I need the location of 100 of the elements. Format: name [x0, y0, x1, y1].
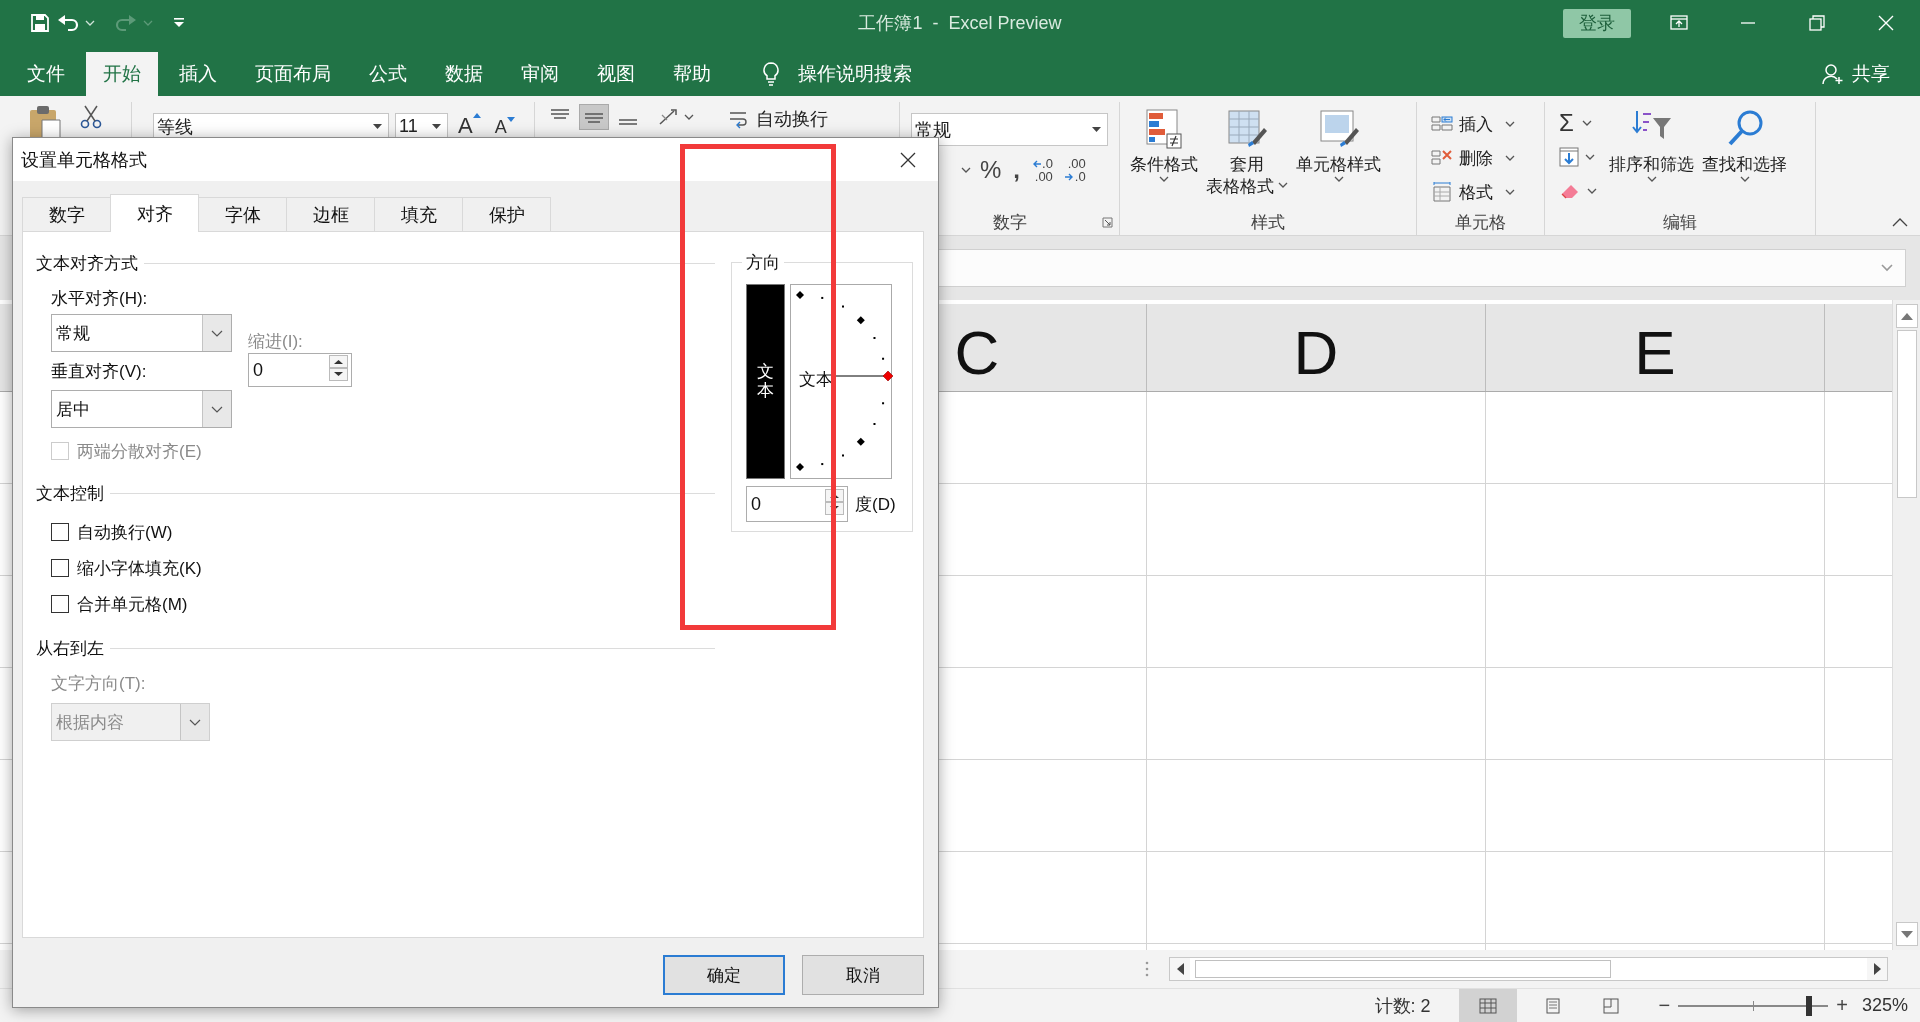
close-icon[interactable]	[899, 150, 917, 169]
caret-icon[interactable]	[1585, 154, 1595, 160]
scissors-icon[interactable]	[80, 104, 102, 130]
cell-styles-button[interactable]: 单元格样式	[1292, 102, 1385, 186]
scroll-thumb[interactable]	[1896, 330, 1917, 498]
scroll-left-icon[interactable]	[1176, 963, 1184, 975]
scroll-thumb[interactable]	[1195, 960, 1611, 978]
ribbon-tab[interactable]: 开始	[86, 52, 158, 96]
number-field[interactable]: 0	[248, 353, 352, 387]
fill-down-icon[interactable]	[1559, 147, 1579, 167]
ribbon-tab[interactable]: 帮助	[656, 52, 728, 96]
checkbox-label: 两端分散对齐(E)	[77, 440, 202, 463]
tell-me-search[interactable]: 操作说明搜索	[762, 52, 912, 96]
slider-thumb[interactable]	[1805, 995, 1812, 1016]
caret-icon	[432, 124, 441, 129]
zoom-out-button[interactable]: −	[1654, 994, 1675, 1017]
ribbon-display-icon[interactable]	[1668, 13, 1689, 33]
wrap-text-button[interactable]: 自动换行	[728, 104, 828, 134]
caret-icon	[1333, 176, 1344, 182]
expand-chevron-icon[interactable]	[1881, 264, 1893, 272]
share-button[interactable]: 共享	[1822, 52, 1890, 96]
collapse-ribbon-icon[interactable]	[1892, 218, 1908, 227]
chevron-down-icon	[189, 718, 201, 726]
vertical-text: 文本	[757, 362, 774, 401]
ribbon-tab[interactable]: 视图	[580, 52, 652, 96]
caret-icon	[1646, 176, 1657, 182]
caret-icon[interactable]	[684, 114, 694, 120]
ribbon-tab[interactable]: 页面布局	[238, 52, 348, 96]
person-icon	[1822, 63, 1844, 85]
column-header[interactable]: D	[1147, 304, 1486, 391]
dialog-tab[interactable]: 对齐	[110, 194, 199, 232]
split-handle-icon[interactable]	[1144, 961, 1150, 977]
orientation-dial[interactable]: 文本	[790, 284, 892, 479]
group-label: 样式	[1251, 211, 1285, 234]
ribbon-tab[interactable]: 数据	[428, 52, 500, 96]
format-as-table-icon	[1226, 108, 1268, 150]
shrink-font-button[interactable]: A	[490, 113, 519, 140]
vertical-text-option[interactable]: 文本	[746, 284, 785, 479]
ribbon-tab[interactable]: 公式	[352, 52, 424, 96]
ribbon-tab[interactable]: 审阅	[504, 52, 576, 96]
number-field[interactable]: 0	[746, 486, 848, 522]
vertical-scrollbar[interactable]	[1892, 300, 1920, 950]
checkbox-label: 合并单元格(M)	[77, 593, 188, 616]
format-as-table-button[interactable]: 套用 表格格式	[1202, 102, 1292, 198]
comma-style-button[interactable]: ,	[1010, 156, 1023, 184]
normal-view-icon	[1478, 997, 1497, 1014]
scroll-up-icon[interactable]	[1900, 312, 1913, 320]
window-title: 工作簿1 - Excel Preview	[858, 12, 1062, 35]
percent-button[interactable]: %	[977, 156, 1005, 184]
save-icon[interactable]	[29, 12, 51, 34]
dialog-launcher-icon[interactable]	[1102, 217, 1113, 228]
checkbox-label: 自动换行(W)	[77, 521, 173, 544]
caret-icon	[1739, 176, 1750, 182]
number-format-dropdown[interactable]: 常规	[911, 113, 1108, 146]
chevron-down-icon	[211, 405, 223, 413]
increase-decimal-button[interactable]: .0 .00	[1029, 157, 1056, 183]
scroll-down-icon[interactable]	[1900, 930, 1913, 938]
caret-icon	[1581, 120, 1592, 126]
insert-cells-button[interactable]: 插入	[1431, 110, 1515, 138]
grow-font-button[interactable]: A	[454, 113, 485, 140]
checkbox[interactable]	[51, 595, 69, 613]
autosum-button[interactable]: Σ	[1559, 110, 1597, 136]
checkbox[interactable]	[51, 559, 69, 577]
caret-icon	[373, 124, 382, 129]
field-label: 缩进(I):	[248, 331, 303, 353]
decrease-decimal-button[interactable]: .00 .0	[1061, 157, 1089, 183]
customize-icon[interactable]	[173, 17, 185, 29]
spinner-arrows-icon[interactable]	[329, 355, 348, 381]
ribbon-tab[interactable]: 文件	[10, 52, 82, 96]
checkbox[interactable]	[51, 523, 69, 541]
undo-icon[interactable]	[57, 12, 79, 34]
lightbulb-icon	[762, 61, 780, 87]
dialog-tab[interactable]: 数字	[22, 197, 111, 231]
restore-icon[interactable]	[1806, 13, 1827, 33]
zoom-in-button[interactable]: +	[1832, 994, 1852, 1017]
cancel-button[interactable]: 取消	[802, 955, 924, 995]
caret-icon[interactable]	[1587, 188, 1597, 194]
scroll-right-icon[interactable]	[1873, 963, 1881, 975]
section-heading: 从右到左	[36, 637, 104, 660]
format-cells-icon	[1431, 182, 1453, 202]
status-count: 计数: 2	[1374, 994, 1431, 1018]
format-cells-button[interactable]: 格式	[1431, 178, 1515, 206]
find-select-button[interactable]: 查找和选择	[1698, 102, 1791, 186]
column-header[interactable]: E	[1486, 304, 1825, 391]
dropdown[interactable]: 居中	[51, 390, 232, 428]
dropdown[interactable]: 常规	[51, 314, 232, 352]
angle-pointer[interactable]	[834, 370, 894, 382]
ok-button[interactable]: 确定	[663, 955, 785, 995]
dialog-tab[interactable]: 保护	[462, 197, 551, 231]
delete-cells-button[interactable]: 删除	[1431, 144, 1515, 172]
caret-icon	[1505, 155, 1515, 161]
group-label: 编辑	[1663, 211, 1697, 234]
ribbon-tab[interactable]: 插入	[162, 52, 234, 96]
dialog-title: 设置单元格格式	[21, 148, 147, 172]
conditional-formatting-button[interactable]: 条件格式	[1126, 102, 1202, 186]
triangle-up-icon	[472, 113, 481, 118]
caret-icon[interactable]	[961, 167, 971, 173]
sort-filter-button[interactable]: 排序和筛选	[1605, 102, 1698, 186]
horizontal-scrollbar[interactable]	[1169, 957, 1888, 981]
sign-in-button[interactable]: 登录	[1563, 8, 1631, 38]
